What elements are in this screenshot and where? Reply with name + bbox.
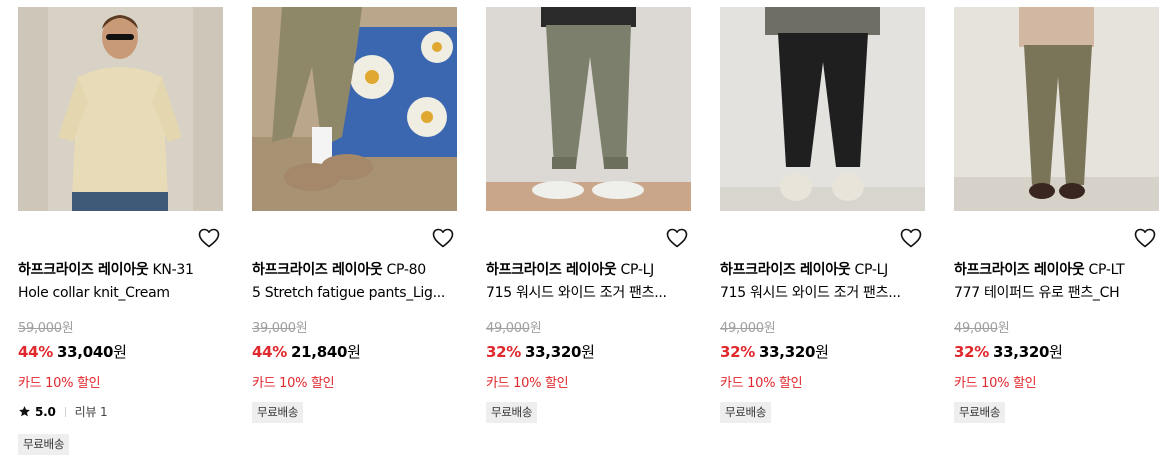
- product-name-line1: CP-80: [386, 262, 427, 278]
- product-name-line1: CP-LJ: [854, 262, 889, 278]
- brand-name: 하프크라이즈 레이아웃: [18, 262, 149, 278]
- product-card[interactable]: 하프크라이즈 레이아웃 CP-LJ 715 워시드 와이드 조거 팬츠... 4…: [486, 0, 691, 457]
- discount-rate: 44%: [252, 343, 288, 361]
- free-shipping-badge: 무료배송: [720, 402, 772, 423]
- product-name-line2: 715 워시드 와이드 조거 팬츠...: [720, 285, 901, 301]
- product-title[interactable]: 하프크라이즈 레이아웃 KN-31 Hole collar knit_Cream: [18, 259, 223, 305]
- card-discount-text: 카드 10% 할인: [720, 376, 803, 391]
- product-image[interactable]: [18, 7, 223, 211]
- card-discount-text: 카드 10% 할인: [954, 376, 1037, 391]
- sale-price: 32% 33,320원: [720, 343, 829, 361]
- product-name-line2: 777 테이퍼드 유로 팬츠_CH: [954, 285, 1120, 301]
- rating-score: 5.0: [35, 404, 56, 419]
- daisy-blanket-pants-image: [252, 7, 457, 211]
- brand-name: 하프크라이즈 레이아웃: [720, 262, 851, 278]
- product-card[interactable]: 하프크라이즈 레이아웃 CP-80 5 Stretch fatigue pant…: [252, 0, 457, 457]
- discount-rate: 32%: [720, 343, 756, 361]
- free-shipping-badge: 무료배송: [252, 402, 304, 423]
- free-shipping-badge: 무료배송: [954, 402, 1006, 423]
- product-card[interactable]: 하프크라이즈 레이아웃 KN-31 Hole collar knit_Cream…: [18, 0, 223, 457]
- brand-name: 하프크라이즈 레이아웃: [954, 262, 1085, 278]
- product-image[interactable]: [720, 7, 925, 211]
- original-price: 59,000원: [18, 321, 74, 336]
- model-knit-image: [18, 7, 223, 211]
- original-price: 49,000원: [720, 321, 776, 336]
- star-icon: [19, 406, 30, 417]
- product-image[interactable]: [252, 7, 457, 211]
- sale-price: 32% 33,320원: [486, 343, 595, 361]
- brand-name: 하프크라이즈 레이아웃: [252, 262, 383, 278]
- discount-rate: 44%: [18, 343, 54, 361]
- wishlist-heart-icon[interactable]: [899, 226, 923, 250]
- rating-row: 5.0 리뷰 1: [18, 403, 108, 420]
- tapered-trousers-image: [954, 7, 1159, 211]
- khaki-jogger-image: [486, 7, 691, 211]
- sale-price: 44% 33,040원: [18, 343, 127, 361]
- wishlist-heart-icon[interactable]: [197, 226, 221, 250]
- card-discount-text: 카드 10% 할인: [18, 376, 101, 391]
- product-image[interactable]: [954, 7, 1159, 211]
- price-value: 21,840: [291, 343, 348, 361]
- divider: [64, 406, 66, 417]
- original-price: 49,000원: [486, 321, 542, 336]
- product-card[interactable]: 하프크라이즈 레이아웃 CP-LT 777 테이퍼드 유로 팬츠_CH 49,0…: [954, 0, 1159, 457]
- card-discount-text: 카드 10% 할인: [252, 376, 335, 391]
- product-title[interactable]: 하프크라이즈 레이아웃 CP-80 5 Stretch fatigue pant…: [252, 259, 457, 305]
- discount-rate: 32%: [486, 343, 522, 361]
- product-name-line2: Hole collar knit_Cream: [18, 285, 170, 301]
- card-discount-text: 카드 10% 할인: [486, 376, 569, 391]
- original-price: 49,000원: [954, 321, 1010, 336]
- price-value: 33,320: [993, 343, 1050, 361]
- wishlist-heart-icon[interactable]: [665, 226, 689, 250]
- wishlist-heart-icon[interactable]: [1133, 226, 1157, 250]
- black-jogger-image: [720, 7, 925, 211]
- price-value: 33,320: [759, 343, 816, 361]
- product-title[interactable]: 하프크라이즈 레이아웃 CP-LJ 715 워시드 와이드 조거 팬츠...: [720, 259, 925, 305]
- sale-price: 44% 21,840원: [252, 343, 361, 361]
- product-image[interactable]: [486, 7, 691, 211]
- product-name-line1: CP-LJ: [620, 262, 655, 278]
- product-name-line2: 5 Stretch fatigue pants_Lig...: [252, 285, 446, 301]
- product-name-line1: CP-LT: [1088, 262, 1125, 278]
- free-shipping-badge: 무료배송: [486, 402, 538, 423]
- price-value: 33,040: [57, 343, 114, 361]
- original-price: 39,000원: [252, 321, 308, 336]
- price-value: 33,320: [525, 343, 582, 361]
- discount-rate: 32%: [954, 343, 990, 361]
- product-card[interactable]: 하프크라이즈 레이아웃 CP-LJ 715 워시드 와이드 조거 팬츠... 4…: [720, 0, 925, 457]
- free-shipping-badge: 무료배송: [18, 434, 70, 455]
- product-name-line1: KN-31: [152, 262, 194, 278]
- product-name-line2: 715 워시드 와이드 조거 팬츠...: [486, 285, 667, 301]
- wishlist-heart-icon[interactable]: [431, 226, 455, 250]
- review-count: 리뷰 1: [74, 405, 108, 419]
- product-grid: 하프크라이즈 레이아웃 KN-31 Hole collar knit_Cream…: [0, 0, 1171, 457]
- brand-name: 하프크라이즈 레이아웃: [486, 262, 617, 278]
- product-title[interactable]: 하프크라이즈 레이아웃 CP-LT 777 테이퍼드 유로 팬츠_CH: [954, 259, 1159, 305]
- product-title[interactable]: 하프크라이즈 레이아웃 CP-LJ 715 워시드 와이드 조거 팬츠...: [486, 259, 691, 305]
- sale-price: 32% 33,320원: [954, 343, 1063, 361]
